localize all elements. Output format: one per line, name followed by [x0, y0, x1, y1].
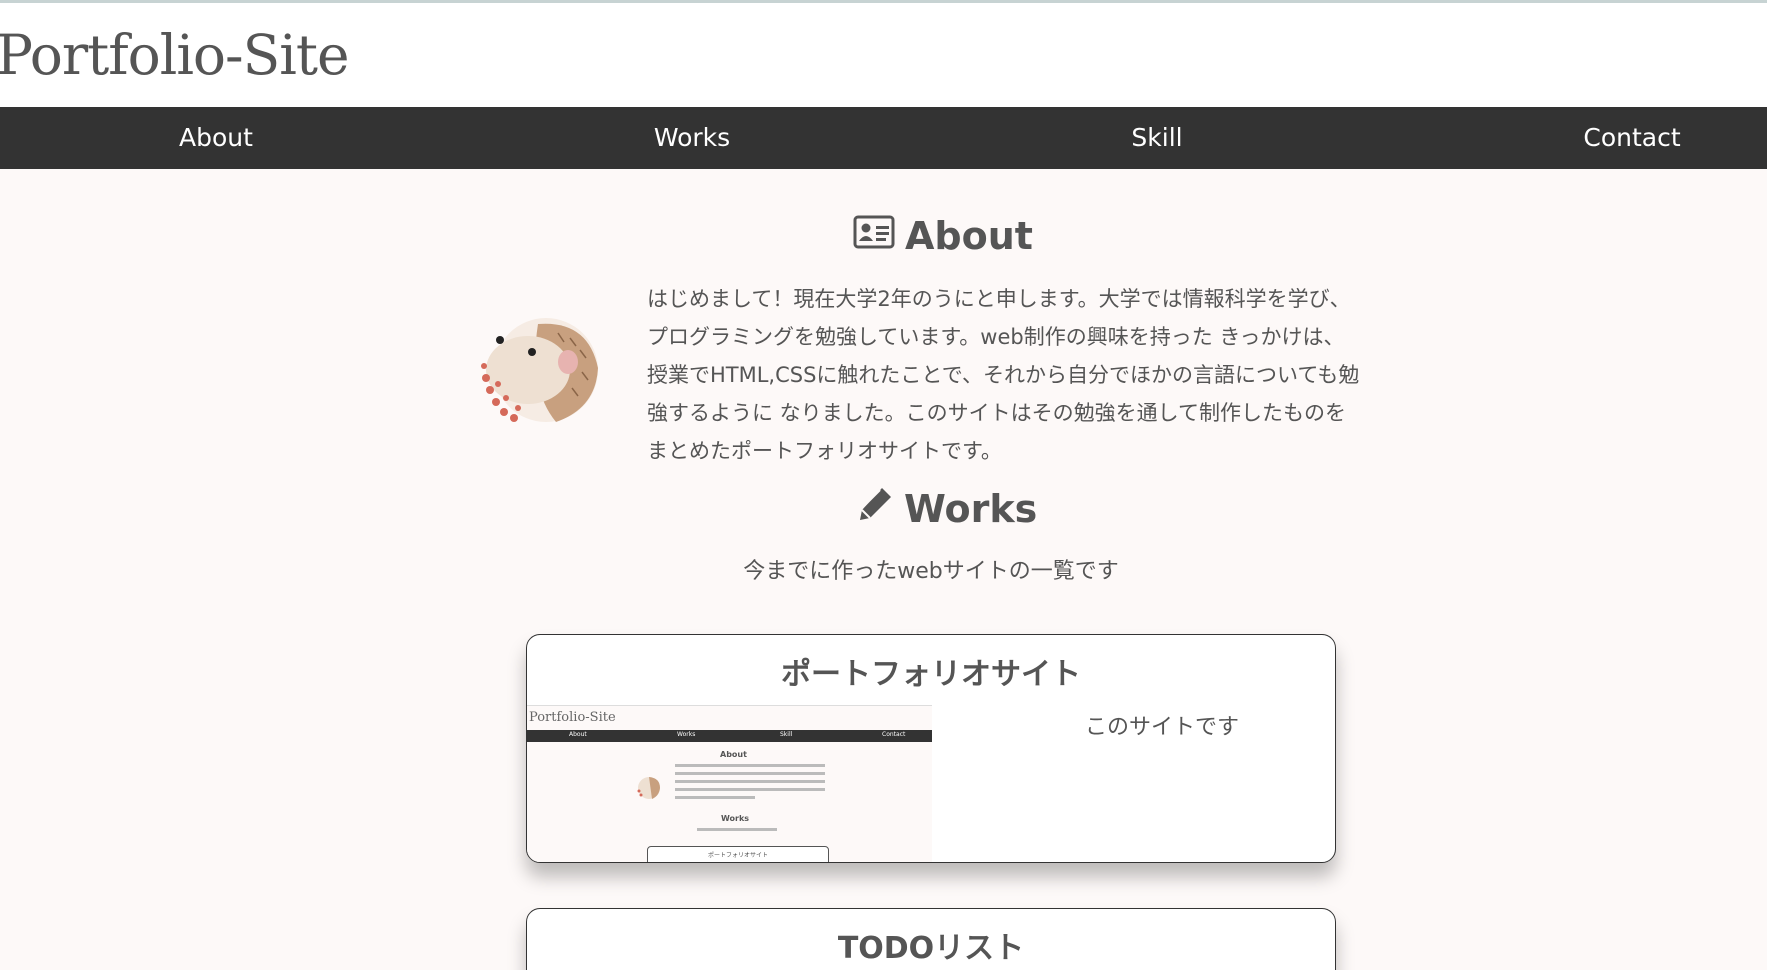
- pen-icon: [856, 485, 894, 532]
- avatar: [478, 318, 603, 426]
- card-title: ポートフォリオサイト: [781, 657, 1081, 692]
- works-heading: Works: [856, 485, 1037, 532]
- thumbnail-nav: About Works Skill Contact: [527, 730, 932, 742]
- thumbnail-nav-item: About: [569, 731, 587, 738]
- nav-item-skill[interactable]: Skill: [1037, 107, 1277, 169]
- id-card-icon: [853, 214, 895, 258]
- about-line: 強するように なりました。このサイトはその勉強を通して制作したものを: [647, 401, 1347, 425]
- global-nav: About Works Skill Contact: [0, 107, 1767, 169]
- works-lead: 今までに作ったwebサイトの一覧です: [743, 559, 1119, 584]
- thumbnail-site-title: Portfolio-Site: [529, 710, 616, 725]
- thumbnail-works-heading: Works: [721, 814, 750, 823]
- about-heading-label: About: [905, 214, 1033, 258]
- nav-item-contact[interactable]: Contact: [1512, 107, 1752, 169]
- thumbnail-avatar: [635, 776, 661, 800]
- card-description: このサイトです: [1084, 715, 1239, 740]
- site-header: Portfolio-Site: [0, 3, 1767, 107]
- thumbnail-nav-item: Contact: [882, 731, 906, 738]
- about-heading: About: [853, 214, 1033, 258]
- about-line: はじめまして！現在大学2年のうにと申します。大学では情報科学を学び、: [647, 287, 1351, 311]
- about-line: 授業でHTML,CSSに触れたことで、それから自分でほかの言語についても勉: [647, 363, 1360, 387]
- about-line: プログラミングを勉強しています。web制作の興味を持った きっかけは、: [647, 325, 1345, 349]
- about-line: まとめたポートフォリオサイトです。: [647, 439, 1002, 463]
- thumbnail-card: ポートフォリオサイト: [647, 846, 829, 862]
- thumbnail-about-text: [675, 764, 835, 804]
- card-title: TODOリスト: [837, 931, 1025, 966]
- card-thumbnail[interactable]: Portfolio-Site About Works Skill Contact…: [527, 705, 932, 862]
- thumbnail-works-lead: [697, 828, 777, 831]
- work-card-todo[interactable]: TODOリスト: [526, 908, 1336, 970]
- nav-item-works[interactable]: Works: [572, 107, 812, 169]
- nav-item-about[interactable]: About: [96, 107, 336, 169]
- thumbnail-nav-item: Works: [677, 731, 696, 738]
- works-heading-label: Works: [904, 486, 1038, 531]
- work-card-portfolio[interactable]: ポートフォリオサイト Portfolio-Site About Works Sk…: [526, 634, 1336, 863]
- about-text: はじめまして！現在大学2年のうにと申します。大学では情報科学を学び、 プログラミ…: [647, 280, 1387, 470]
- thumbnail-nav-item: Skill: [780, 731, 793, 738]
- thumbnail-about-heading: About: [720, 750, 747, 759]
- site-title[interactable]: Portfolio-Site: [0, 23, 350, 87]
